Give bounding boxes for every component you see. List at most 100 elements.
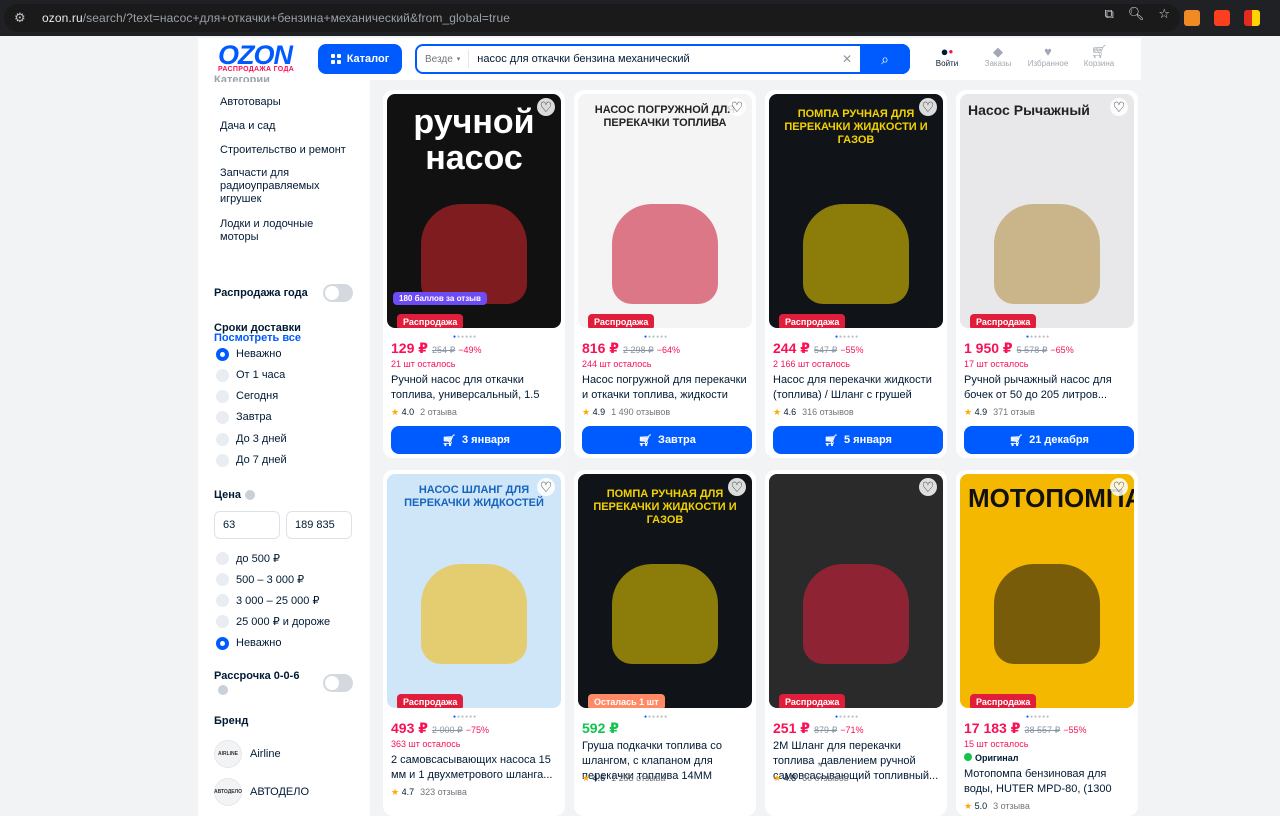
product-image[interactable]: МОТОПОМПА Распродажа: [960, 474, 1134, 708]
url-text[interactable]: ozon.ru/search/?text=насос+для+откачки+б…: [42, 11, 510, 25]
rss-extension-icon[interactable]: [1184, 10, 1200, 26]
favorite-heart-icon[interactable]: ♡: [1110, 98, 1128, 116]
product-image[interactable]: Распродажа: [769, 474, 943, 708]
price-option[interactable]: до 500 ₽: [216, 551, 280, 565]
price-option[interactable]: Неважно: [216, 636, 281, 650]
address-bar[interactable]: ⚙ ozon.ru/search/?text=насос+для+откачки…: [4, 4, 1180, 32]
delivery-option[interactable]: Сегодня: [216, 389, 278, 403]
product-card[interactable]: МОТОПОМПА Распродажа ♡ ●●●●●● 17 183 ₽38 557…: [956, 470, 1138, 816]
product-image[interactable]: ПОМПА РУЧНАЯ ДЛЯ ПЕРЕКАЧКИ ЖИДКОСТИ И ГА…: [578, 474, 752, 708]
image-carousel-dots[interactable]: ●●●●●●: [644, 714, 668, 720]
product-name[interactable]: Мотопомпа бензиновая для воды, HUTER MPD…: [964, 767, 1130, 797]
favorite-heart-icon[interactable]: ♡: [1110, 478, 1128, 496]
yandex-extension-icon[interactable]: [1214, 10, 1230, 26]
stock-left: 15 шт осталось: [964, 739, 1029, 749]
cart-icon: 🛒︎: [442, 434, 456, 447]
nav-cart[interactable]: 🛒︎ Корзина: [1070, 44, 1128, 68]
favorite-heart-icon[interactable]: ♡: [728, 478, 746, 496]
favorite-heart-icon[interactable]: ♡: [919, 478, 937, 496]
product-card[interactable]: НАСОС ШЛАНГ ДЛЯ ПЕРЕКАЧКИ ЖИДКОСТЕЙ Распр…: [383, 470, 565, 816]
nav-favorites[interactable]: ♥ Избранное: [1019, 44, 1077, 68]
product-card[interactable]: ручной насос 180 баллов за отзыв Распродаж…: [383, 90, 565, 458]
favorite-heart-icon[interactable]: ♡: [537, 478, 555, 496]
product-image[interactable]: ручной насос 180 баллов за отзыв Распродаж…: [387, 94, 561, 328]
product-name[interactable]: 2 самовсасывающих насоса 15 мм и 1 двухм…: [391, 753, 557, 783]
delivery-option[interactable]: До 7 дней: [216, 453, 287, 467]
product-image[interactable]: Насос Рычажный Распродажа: [960, 94, 1134, 328]
star-icon: ★: [582, 407, 591, 417]
reviews-count[interactable]: 1 253 отзыва: [611, 773, 665, 783]
sale-badge: Распродажа: [588, 314, 655, 328]
reviews-count[interactable]: 371 отзыв: [993, 407, 1035, 417]
favorite-heart-icon[interactable]: ♡: [728, 98, 746, 116]
price-from-input[interactable]: 63: [214, 511, 280, 539]
delivery-option[interactable]: От 1 часа: [216, 368, 285, 382]
product-card[interactable]: Распродажа ♡ ●●●●●● 251 ₽879 ₽ −71% 2M Шланг …: [765, 470, 947, 816]
product-price: 251 ₽879 ₽ −71%: [773, 720, 864, 736]
product-name[interactable]: Насос для перекачки жидкости (топлива) /…: [773, 373, 939, 403]
zoom-icon[interactable]: 🔍︎: [1128, 6, 1145, 22]
product-image[interactable]: ПОМПА РУЧНАЯ ДЛЯ ПЕРЕКАЧКИ ЖИДКОСТИ И ГА…: [769, 94, 943, 328]
add-to-cart-button[interactable]: 🛒︎ 5 января: [773, 426, 943, 454]
bookmark-star-icon[interactable]: ☆: [1158, 6, 1170, 22]
add-to-cart-button[interactable]: 🛒︎ 3 января: [391, 426, 561, 454]
brand-item[interactable]: АВТОДЕЛО АВТОДЕЛО: [214, 777, 309, 807]
price-option[interactable]: 3 000 – 25 000 ₽: [216, 593, 319, 607]
search-input[interactable]: насос для откачки бензина механический: [477, 53, 834, 65]
delivery-option[interactable]: До 3 дней: [216, 432, 287, 446]
install-app-icon[interactable]: ⧉: [1105, 6, 1114, 22]
product-card[interactable]: НАСОС ПОГРУЖНОЙ ДЛЯ ПЕРЕКАЧКИ ТОПЛИВА Рас…: [574, 90, 756, 458]
flag-extension-icon[interactable]: [1244, 10, 1260, 26]
favorite-heart-icon[interactable]: ♡: [919, 98, 937, 116]
reviews-count[interactable]: 1 490 отзывов: [611, 407, 670, 417]
search-button[interactable]: ⌕: [860, 44, 910, 74]
reviews-count[interactable]: 316 отзывов: [802, 407, 854, 417]
category-item[interactable]: Строительство и ремонт: [220, 144, 350, 157]
ozon-logo[interactable]: OZON РАСПРОДАЖА ГОДА: [218, 42, 306, 74]
add-to-cart-button[interactable]: 🛒︎ 21 декабря: [964, 426, 1134, 454]
brand-item[interactable]: AIRLINE Airline: [214, 739, 281, 769]
price-option[interactable]: 25 000 ₽ и дороже: [216, 614, 330, 628]
product-name[interactable]: Ручной насос для откачки топлива, универ…: [391, 373, 557, 403]
reviews-count[interactable]: 323 отзыва: [420, 787, 467, 797]
clear-search-icon[interactable]: ✕: [834, 52, 860, 66]
category-item[interactable]: Лодки и лодочные моторы: [220, 218, 350, 244]
old-price: 5 578 ₽: [1016, 345, 1048, 355]
category-item[interactable]: Автотовары: [220, 96, 350, 109]
product-card[interactable]: ПОМПА РУЧНАЯ ДЛЯ ПЕРЕКАЧКИ ЖИДКОСТИ И ГА…: [574, 470, 756, 816]
price-option[interactable]: 500 – 3 000 ₽: [216, 572, 304, 586]
product-name[interactable]: Ручной рычажный насос для бочек от 50 до…: [964, 373, 1130, 403]
delivery-option[interactable]: Завтра: [216, 410, 272, 424]
reviews-count[interactable]: 3 отзыва: [993, 801, 1030, 811]
product-name[interactable]: Насос погружной для перекачки и откачки …: [582, 373, 748, 403]
sale-toggle[interactable]: [323, 284, 353, 302]
product-image[interactable]: НАСОС ПОГРУЖНОЙ ДЛЯ ПЕРЕКАЧКИ ТОПЛИВА Рас…: [578, 94, 752, 328]
browser-toolbar: ⚙ ozon.ru/search/?text=насос+для+откачки…: [0, 0, 1280, 36]
delivery-option[interactable]: Неважно: [216, 347, 281, 361]
price-to-input[interactable]: 189 835: [286, 511, 352, 539]
reviews-count[interactable]: 60 отзывов: [802, 773, 849, 783]
category-item[interactable]: Запчасти для радиоуправляемых игрушек: [220, 167, 350, 206]
info-icon[interactable]: [218, 685, 228, 696]
old-price: 2 298 ₽: [623, 345, 654, 355]
installment-toggle[interactable]: [323, 674, 353, 692]
search-bar[interactable]: Везде ▾ насос для откачки бензина механич…: [415, 44, 910, 74]
product-image[interactable]: НАСОС ШЛАНГ ДЛЯ ПЕРЕКАЧКИ ЖИДКОСТЕЙ Распр…: [387, 474, 561, 708]
product-card[interactable]: ПОМПА РУЧНАЯ ДЛЯ ПЕРЕКАЧКИ ЖИДКОСТИ И ГА…: [765, 90, 947, 458]
old-price: 38 557 ₽: [1024, 725, 1061, 735]
category-item[interactable]: Дача и сад: [220, 120, 350, 133]
nav-login[interactable]: ●● Войти: [918, 44, 976, 68]
reviews-count[interactable]: 2 отзыва: [420, 407, 457, 417]
info-icon[interactable]: [245, 490, 256, 501]
favorite-heart-icon[interactable]: ♡: [537, 98, 555, 116]
image-title-text: НАСОС ПОГРУЖНОЙ ДЛЯ ПЕРЕКАЧКИ ТОПЛИВА: [594, 104, 736, 129]
site-settings-icon[interactable]: ⚙: [14, 10, 36, 26]
catalog-button[interactable]: Каталог: [318, 44, 402, 74]
add-to-cart-button[interactable]: 🛒︎ Завтра: [582, 426, 752, 454]
search-scope-select[interactable]: Везде ▾: [417, 50, 470, 68]
product-rating: ★ 4.9 371 отзыв: [964, 407, 1035, 417]
product-card[interactable]: Насос Рычажный Распродажа ♡ ●●●●●● 1 950 ₽5 …: [956, 90, 1138, 458]
stock-left: 363 шт осталось: [391, 739, 461, 749]
sale-filter-label: Распродажа года: [214, 287, 308, 299]
star-icon: ★: [391, 407, 400, 417]
